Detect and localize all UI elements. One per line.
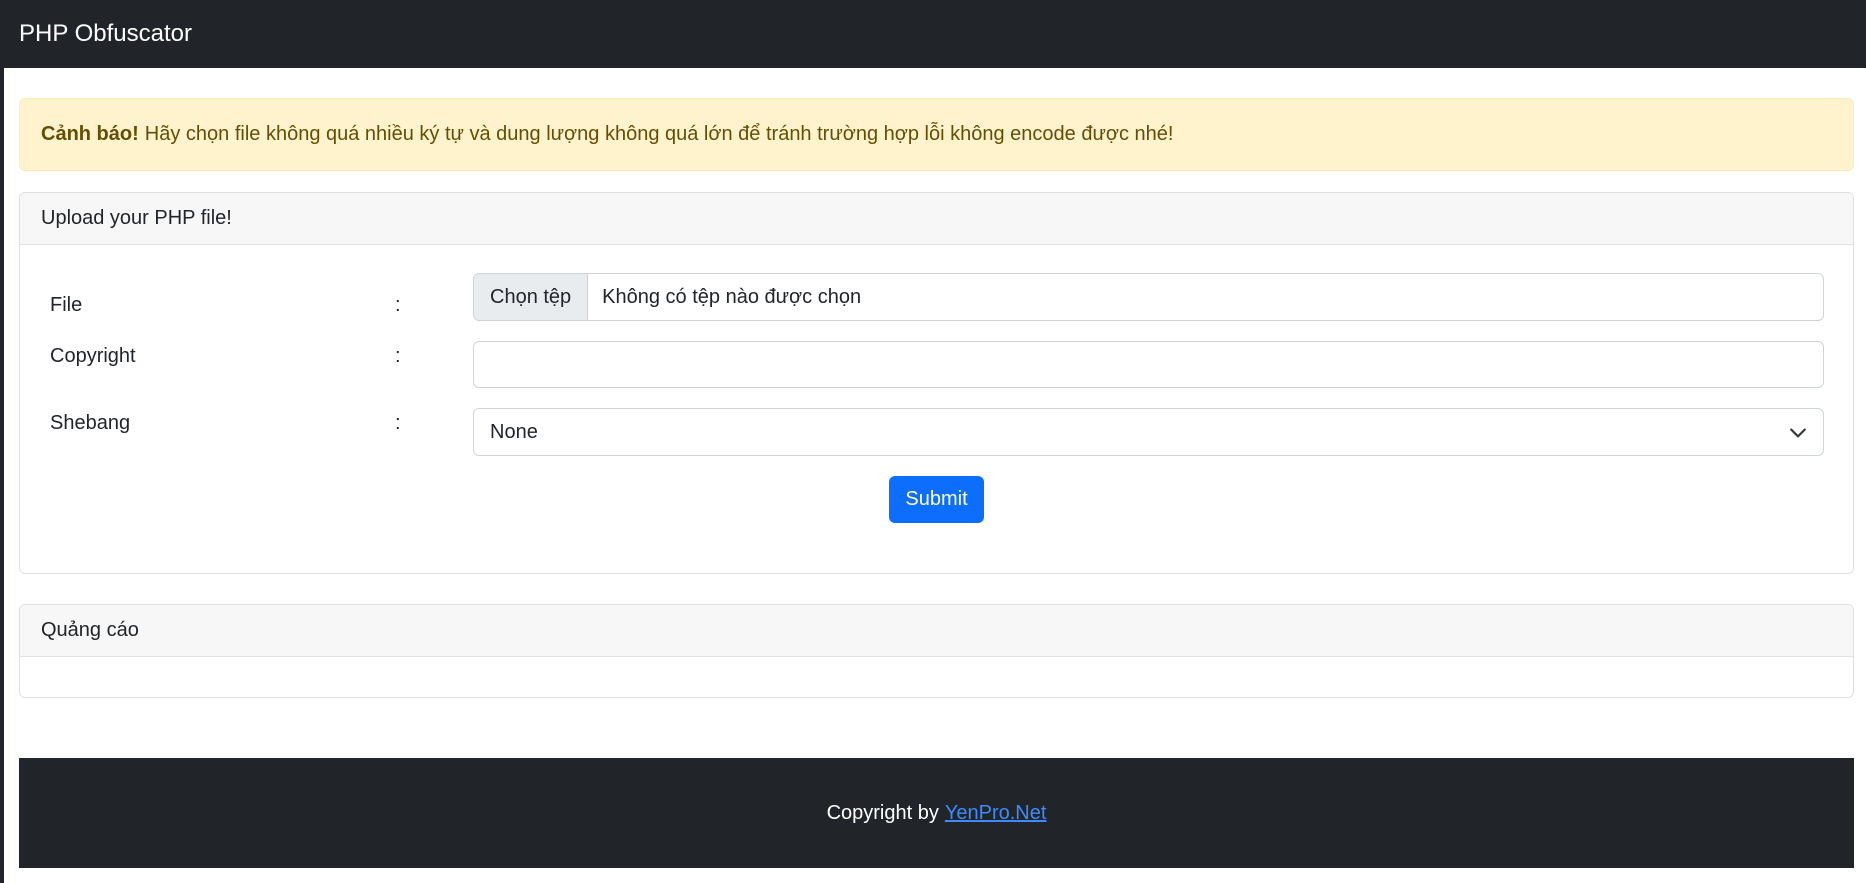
ads-card-header: Quảng cáo — [20, 605, 1853, 657]
navbar-brand[interactable]: PHP Obfuscator — [19, 20, 192, 48]
copyright-colon: : — [395, 345, 401, 367]
submit-button[interactable]: Submit — [889, 476, 984, 523]
file-status: Không có tệp nào được chọn — [602, 285, 862, 308]
upload-card-header: Upload your PHP file! — [20, 193, 1853, 245]
copyright-input[interactable] — [473, 341, 1824, 388]
footer: Copyright by YenPro.Net — [19, 758, 1854, 868]
copyright-label: Copyright — [50, 345, 136, 367]
alert-strong: Cảnh báo! — [41, 123, 139, 145]
file-input[interactable]: Chọn tệp Không có tệp nào được chọn — [473, 273, 1824, 321]
file-label: File — [50, 294, 83, 316]
warning-alert: Cảnh báo! Hãy chọn file không quá nhiều … — [19, 98, 1854, 171]
alert-message: Hãy chọn file không quá nhiều ký tự và d… — [144, 123, 1174, 145]
ads-card: Quảng cáo — [19, 604, 1854, 698]
choose-file-button[interactable]: Chọn tệp — [474, 274, 589, 320]
footer-text: Copyright by — [826, 801, 939, 824]
left-edge — [0, 0, 4, 883]
shebang-colon: : — [395, 412, 401, 434]
file-colon: : — [395, 294, 401, 316]
shebang-label: Shebang — [50, 412, 131, 434]
shebang-selected: None — [490, 420, 538, 443]
navbar: PHP Obfuscator — [0, 0, 1866, 68]
footer-link[interactable]: YenPro.Net — [945, 802, 1047, 825]
chevron-down-icon — [1790, 428, 1806, 438]
shebang-select[interactable]: None — [473, 408, 1824, 456]
